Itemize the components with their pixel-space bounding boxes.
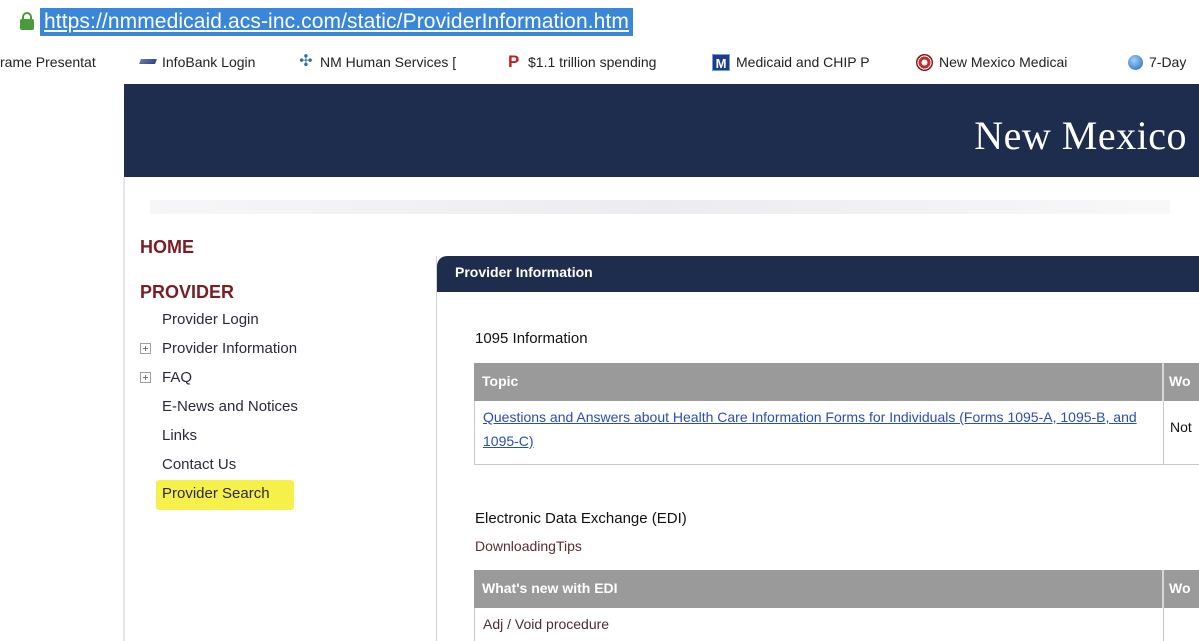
bookmark-nm-medicaid[interactable]: New Mexico Medicai [916, 52, 1067, 72]
row-cell-col2: Not [1170, 419, 1192, 435]
nav-item-links[interactable]: Links [162, 425, 197, 447]
faded-divider [150, 200, 1170, 214]
lock-icon [20, 12, 34, 30]
column-header-topic: Topic [482, 373, 519, 389]
expand-plus-icon[interactable] [140, 372, 151, 383]
nav-item-provider-information[interactable]: Provider Information [162, 338, 297, 360]
globe-icon [1128, 54, 1143, 70]
nav-provider-heading[interactable]: PROVIDER [140, 282, 234, 303]
bookmark-label: New Mexico Medicai [939, 54, 1068, 70]
table-row: Questions and Answers about Health Care … [474, 401, 1199, 465]
nav-item-provider-search[interactable]: Provider Search [162, 483, 270, 505]
bookmark-label: rame Presentat [0, 54, 96, 70]
bookmark-label: 7-Day [1149, 54, 1187, 70]
section-1095-title: 1095 Information [475, 330, 588, 347]
left-border [123, 177, 125, 641]
plane-icon [140, 56, 156, 68]
column-divider [1162, 570, 1164, 608]
bookmark-7-day[interactable]: 7-Day [1128, 52, 1186, 72]
column-divider [1163, 608, 1164, 641]
address-bar[interactable]: https://nmmedicaid.acs-inc.com/static/Pr… [0, 0, 1199, 44]
bookmark-frame-presentation[interactable]: rame Presentat [0, 52, 96, 72]
faq-1095-link[interactable]: Questions and Answers about Health Care … [483, 405, 1159, 453]
column-divider [1162, 363, 1164, 401]
site-title: New Mexico [974, 113, 1187, 158]
bookmark-infobank[interactable]: InfoBank Login [140, 52, 255, 72]
nav-item-enews[interactable]: E-News and Notices [162, 396, 298, 418]
site-header: New Mexico [124, 84, 1199, 177]
nav-item-contact-us[interactable]: Contact Us [162, 454, 236, 476]
section-edi-title: Electronic Data Exchange (EDI) [475, 510, 687, 527]
panel-header: Provider Information [437, 256, 1199, 292]
url-text[interactable]: https://nmmedicaid.acs-inc.com/static/Pr… [40, 8, 633, 36]
table-1095-header: Topic Wo [474, 363, 1199, 401]
expand-plus-icon[interactable] [140, 343, 151, 354]
panel-title: Provider Information [455, 264, 593, 280]
column-header-wo: Wo [1169, 373, 1191, 389]
bookmark-medicaid-chip[interactable]: M Medicaid and CHIP P [712, 52, 870, 72]
bookmark-label: $1.1 trillion spending [528, 54, 657, 70]
nav-home-link[interactable]: HOME [140, 237, 194, 258]
nav-item-provider-login[interactable]: Provider Login [162, 309, 259, 331]
p-logo-icon: P [508, 52, 520, 71]
adj-void-procedure-link[interactable]: Adj / Void procedure [483, 616, 609, 632]
bookmark-nm-human-services[interactable]: ✣ NM Human Services [ [298, 52, 456, 72]
bookmarks-bar: rame Presentat InfoBank Login ✣ NM Human… [0, 46, 1199, 78]
bookmark-trillion-spending[interactable]: P $1.1 trillion spending [508, 52, 656, 72]
bookmark-label: Medicaid and CHIP P [736, 54, 870, 70]
downloading-tips-link[interactable]: DownloadingTips [475, 538, 582, 554]
bookmark-label: InfoBank Login [162, 54, 256, 70]
table-edi-header: What's new with EDI Wo [474, 570, 1199, 608]
provider-information-panel: Provider Information 1095 Information To… [436, 256, 1199, 641]
seal-icon [916, 53, 933, 71]
nav-item-faq[interactable]: FAQ [162, 367, 192, 389]
column-divider [1163, 401, 1164, 464]
bookmark-label: NM Human Services [ [320, 54, 457, 70]
star-icon: ✣ [299, 53, 313, 70]
m-logo-icon: M [712, 53, 730, 71]
table-row: Adj / Void procedure [474, 608, 1199, 641]
column-header-wo: Wo [1169, 580, 1191, 596]
column-header-whats-new: What's new with EDI [482, 580, 618, 596]
